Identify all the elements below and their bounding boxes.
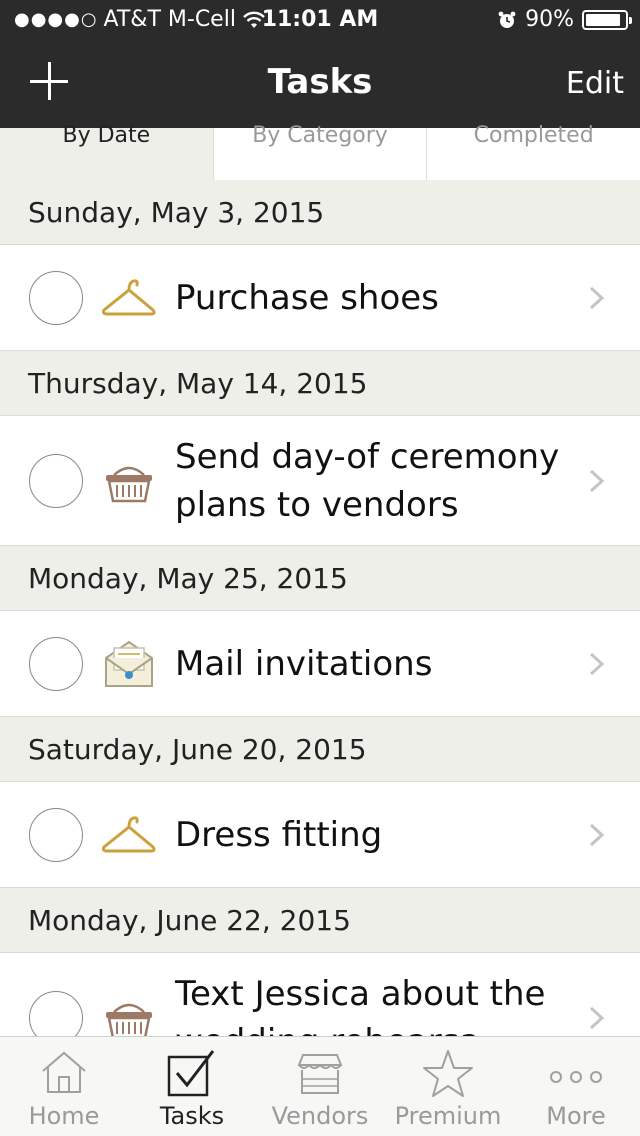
task-row[interactable]: Mail invitations xyxy=(0,611,640,717)
complete-checkbox[interactable] xyxy=(29,270,83,325)
tab-by-date[interactable]: By Date xyxy=(0,125,213,180)
storefront-icon xyxy=(297,1054,343,1094)
date-header: Thursday, May 14, 2015 xyxy=(0,351,640,416)
chevron-right-icon xyxy=(589,823,605,846)
task-title-line: Send day-of ceremony xyxy=(175,437,560,477)
task-row[interactable]: Dress fitting xyxy=(0,782,640,888)
task-title-line: Text Jessica about the xyxy=(175,974,546,1014)
tab-label: Vendors xyxy=(271,1102,369,1130)
checkbox-icon xyxy=(167,1050,215,1097)
tab-vendors[interactable]: Vendors xyxy=(256,1037,384,1136)
task-title-line: plans to vendors xyxy=(175,485,459,525)
complete-checkbox[interactable] xyxy=(29,807,83,862)
tab-label: Home xyxy=(28,1102,100,1130)
tab-by-category[interactable]: By Category xyxy=(212,125,427,180)
date-header: Saturday, June 20, 2015 xyxy=(0,717,640,782)
task-title: Dress fitting xyxy=(175,815,383,855)
task-row[interactable]: Purchase shoes xyxy=(0,245,640,351)
battery-icon xyxy=(582,9,632,30)
top-bar: ●●●●○ AT&T M-Cell 11:01 AM 90% Tasks Edi… xyxy=(0,0,640,128)
alarm-icon xyxy=(498,11,516,28)
tab-label: By Date xyxy=(62,123,151,148)
bottom-tab-bar: Home Tasks Vendors Premium More xyxy=(0,1036,640,1136)
chevron-right-icon xyxy=(589,652,605,675)
status-bar: ●●●●○ AT&T M-Cell 11:01 AM 90% xyxy=(0,0,640,40)
tab-more[interactable]: More xyxy=(512,1037,640,1136)
tab-premium[interactable]: Premium xyxy=(384,1037,512,1136)
task-title: Purchase shoes xyxy=(175,278,439,318)
date-header: Monday, June 22, 2015 xyxy=(0,888,640,953)
battery-fill xyxy=(586,13,620,26)
task-row[interactable]: Send day-of ceremony plans to vendors xyxy=(0,416,640,546)
chevron-right-icon xyxy=(589,286,605,309)
tab-label: More xyxy=(546,1102,606,1130)
page-title: Tasks xyxy=(267,62,373,102)
battery-percent: 90% xyxy=(525,7,574,32)
tab-label: Completed xyxy=(473,123,594,148)
chevron-right-icon xyxy=(589,469,605,492)
envelope-icon xyxy=(105,640,153,687)
tab-tasks[interactable]: Tasks xyxy=(128,1037,256,1136)
date-header: Monday, May 25, 2015 xyxy=(0,546,640,611)
tab-home[interactable]: Home xyxy=(0,1037,128,1136)
view-tabs: By Date By Category Completed xyxy=(0,125,640,180)
edit-button[interactable]: Edit xyxy=(566,66,624,101)
task-title: Mail invitations xyxy=(175,644,433,684)
tab-label: Tasks xyxy=(159,1102,225,1130)
tab-label: Premium xyxy=(394,1102,502,1130)
task-list: Sunday, May 3, 2015 Purchase shoes Thurs… xyxy=(0,180,640,1083)
hanger-icon xyxy=(101,815,156,852)
complete-checkbox[interactable] xyxy=(29,453,83,508)
complete-checkbox[interactable] xyxy=(29,636,83,691)
home-icon xyxy=(42,1051,86,1093)
hanger-icon xyxy=(101,278,156,315)
tab-completed[interactable]: Completed xyxy=(426,125,640,180)
task-title: Send day-of ceremony plans to vendors xyxy=(175,433,560,529)
date-header: Sunday, May 3, 2015 xyxy=(0,180,640,245)
star-icon xyxy=(423,1050,473,1097)
chevron-right-icon xyxy=(589,1006,605,1029)
more-dots-icon xyxy=(550,1071,602,1083)
tab-label: By Category xyxy=(252,123,388,148)
status-right: 90% xyxy=(497,7,632,32)
basket-icon xyxy=(106,466,152,502)
